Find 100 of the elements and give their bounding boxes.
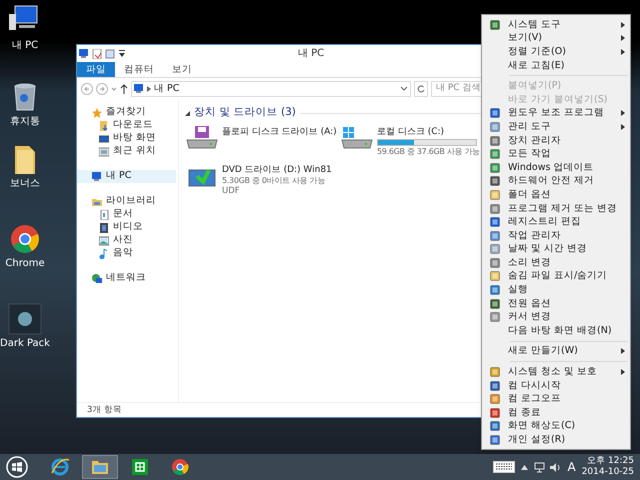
- program-icon: [490, 136, 500, 146]
- menu-item[interactable]: 실행: [482, 283, 630, 297]
- collapse-icon[interactable]: [185, 110, 190, 116]
- address-path: 내 PC: [154, 82, 180, 96]
- menu-item[interactable]: 커서 변경: [482, 310, 630, 324]
- input-mode-indicator[interactable]: A: [567, 458, 576, 476]
- item-count: 3개 항목: [87, 404, 122, 416]
- program-icon: [490, 230, 500, 241]
- menu-item[interactable]: 장치 관리자: [482, 134, 630, 148]
- nav-item[interactable]: 다운로드: [77, 119, 176, 132]
- program-icon: [490, 217, 500, 228]
- up-icon[interactable]: [120, 83, 128, 95]
- menu-item[interactable]: 컴 다시시작: [482, 378, 630, 392]
- program-icon: [490, 108, 500, 118]
- program-icon: [490, 367, 500, 378]
- menu-item[interactable]: 컴 종료: [482, 406, 630, 420]
- speaker-icon[interactable]: [549, 462, 562, 472]
- nav-item[interactable]: 즐겨찾기: [77, 106, 176, 119]
- dropdown-icon[interactable]: [400, 85, 408, 93]
- caret-icon[interactable]: [521, 464, 528, 470]
- menu-item[interactable]: 컴 로그오프: [482, 392, 630, 406]
- menu-item[interactable]: 모든 작업: [482, 147, 630, 161]
- menu-item[interactable]: Windows 업데이트: [482, 160, 630, 175]
- hard-drive-icon[interactable]: [340, 126, 374, 150]
- ribbon-tab[interactable]: 파일: [77, 62, 115, 77]
- menu-item[interactable]: 보기(V): [482, 32, 630, 46]
- computer-icon: [92, 172, 102, 182]
- photo-placeholder[interactable]: [7, 302, 43, 336]
- nav-item[interactable]: 최근 위치: [77, 145, 176, 158]
- menu-item[interactable]: 개인 설정(R): [482, 433, 630, 447]
- clock[interactable]: 오후 12:25 2014-10-25: [582, 456, 634, 478]
- store-icon: [130, 457, 150, 477]
- network-icon[interactable]: [534, 462, 546, 472]
- library-folder-icon: [92, 196, 102, 206]
- program-icon: [490, 380, 500, 391]
- icon-label: 휴지통: [10, 116, 40, 128]
- menu-item[interactable]: 다음 바탕 화면 배경(N): [482, 324, 630, 338]
- submenu-arrow-icon: [621, 348, 625, 354]
- document-icon: [99, 210, 109, 220]
- refresh-icon[interactable]: [414, 81, 428, 97]
- menu-item[interactable]: 하드웨어 안전 제거: [482, 174, 630, 188]
- drive-name[interactable]: 플로피 디스크 드라이브 (A:): [222, 127, 337, 138]
- drive-name[interactable]: DVD 드라이브 (D:) Win81: [222, 165, 332, 176]
- menu-item[interactable]: 전원 옵션: [482, 296, 630, 310]
- nav-item[interactable]: 라이브러리: [77, 195, 176, 208]
- menu-item[interactable]: 윈도우 보조 프로그램: [482, 106, 630, 120]
- menu-item[interactable]: 시스템 청소 및 보호: [482, 365, 630, 379]
- dropdown-icon[interactable]: [118, 48, 126, 58]
- computer-icon: [134, 84, 144, 94]
- picture-icon: [99, 236, 109, 246]
- menu-item[interactable]: 날짜 및 시간 변경: [482, 242, 630, 256]
- program-icon: [490, 285, 500, 296]
- menu-item[interactable]: 레지스트리 편집: [482, 215, 630, 229]
- menu-item[interactable]: 폴더 옵션: [482, 188, 630, 202]
- submenu-arrow-icon: [621, 110, 625, 116]
- program-icon: [490, 190, 500, 200]
- submenu-arrow-icon: [621, 369, 625, 376]
- program-icon: [490, 244, 500, 254]
- menu-item[interactable]: 화면 해상도(C): [482, 420, 630, 434]
- program-icon: [490, 298, 500, 309]
- nav-item[interactable]: 음악: [77, 247, 176, 260]
- properties-icon[interactable]: [92, 48, 102, 58]
- browser-icon: [170, 457, 190, 477]
- keyboard-icon[interactable]: [493, 461, 516, 473]
- program-icon: [490, 435, 500, 446]
- nav-item[interactable]: 문서: [77, 208, 176, 221]
- program-icon: [490, 176, 500, 186]
- submenu-arrow-icon: [621, 35, 625, 42]
- file-system: UDF: [222, 186, 241, 196]
- menu-item[interactable]: 작업 관리자: [482, 228, 630, 242]
- menu-item[interactable]: 프로그램 제거 또는 변경: [482, 202, 630, 216]
- program-icon: [490, 421, 500, 432]
- submenu-arrow-icon: [621, 22, 625, 28]
- menu-item[interactable]: 시스템 도구: [482, 18, 630, 32]
- nav-item[interactable]: 네트워크: [77, 272, 176, 285]
- floppy-drive-icon[interactable]: [185, 126, 219, 150]
- menu-item[interactable]: 관리 도구: [482, 120, 630, 134]
- menu-item[interactable]: 숨김 파일 표시/숨기기: [482, 270, 630, 284]
- drive-name[interactable]: 로컬 디스크 (C:): [377, 127, 480, 138]
- nav-item[interactable]: 내 PC: [77, 170, 176, 183]
- nav-item[interactable]: 사진: [77, 234, 176, 247]
- window-title: 내 PC: [296, 47, 326, 61]
- program-icon: [490, 162, 500, 173]
- ribbon-tab[interactable]: 보기: [163, 62, 201, 77]
- nav-item[interactable]: 바탕 화면: [77, 132, 176, 145]
- menu-item[interactable]: 소리 변경: [482, 256, 630, 270]
- network-icon: [92, 274, 102, 284]
- program-icon: [490, 20, 500, 30]
- download-folder-icon: [99, 120, 109, 130]
- program-icon: [490, 312, 500, 322]
- menu-item[interactable]: 새로 고침(E): [482, 58, 630, 72]
- nav-item[interactable]: 비디오: [77, 221, 176, 234]
- address-bar[interactable]: 내 PC: [131, 81, 411, 97]
- program-icon: [490, 204, 500, 214]
- ribbon-tab[interactable]: 컴퓨터: [115, 62, 163, 77]
- start-button[interactable]: [6, 456, 28, 478]
- menu-item[interactable]: 새로 만들기(W): [482, 344, 630, 358]
- browser-e-icon: [50, 457, 70, 477]
- desktop-icon: [99, 134, 109, 144]
- menu-item[interactable]: 정렬 기준(O): [482, 45, 630, 59]
